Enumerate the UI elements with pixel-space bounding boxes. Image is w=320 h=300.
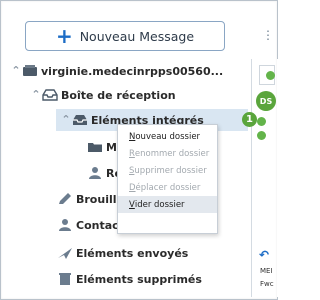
tree-account[interactable]: ⌃ virginie.medecinrpps00560... [11, 61, 223, 81]
message-preview-text: MEI [260, 267, 273, 275]
chevron-down-icon[interactable]: ⌃ [31, 89, 41, 100]
avatar[interactable]: DS [256, 91, 276, 111]
chevron-down-icon[interactable]: ⌃ [11, 65, 21, 76]
menu-label: ider dossier [134, 199, 185, 210]
trash-icon [57, 272, 73, 286]
mailbox-icon [22, 64, 38, 78]
menu-item-rename-folder[interactable]: Renommer dossier [118, 145, 217, 162]
menu-item-delete-folder[interactable]: Supprimer dossier [118, 162, 217, 179]
inbox-icon [72, 113, 88, 127]
plus-icon: + [55, 24, 73, 48]
tree-item-sent[interactable]: Eléments envoyés [57, 243, 188, 263]
menu-item-empty-folder[interactable]: Vider dossier [118, 196, 217, 213]
lab-results-icon [87, 166, 103, 180]
folder-context-menu: Nouveau dossier Renommer dossier Supprim… [117, 124, 218, 234]
status-dot-icon [257, 117, 266, 126]
status-dot-icon [266, 71, 275, 80]
menu-item-move-folder[interactable]: Déplacer dossier [118, 179, 217, 196]
chevron-down-icon[interactable]: ⌃ [61, 114, 71, 125]
menu-label: enommer dossier [134, 148, 210, 159]
reply-icon[interactable]: ↶ [259, 248, 271, 262]
unread-count-badge: 1 [242, 112, 257, 127]
new-message-label: Nouveau Message [79, 28, 195, 44]
status-dot-icon [257, 131, 266, 140]
menu-item-new-folder[interactable]: Nouveau dossier [118, 128, 217, 145]
folder-icon [87, 140, 103, 154]
message-preview-text: Fwc [260, 280, 274, 288]
inbox-label: Boîte de réception [61, 88, 176, 102]
sent-label: Eléments envoyés [76, 246, 189, 260]
send-icon [57, 246, 73, 260]
menu-label: upprimer dossier [134, 165, 207, 176]
tree-item-inbox[interactable]: ⌃ Boîte de réception [31, 85, 176, 105]
menu-label: ouveau dossier [135, 131, 201, 142]
tree-item-deleted[interactable]: Eléments supprimés [57, 269, 202, 289]
pencil-icon [57, 192, 73, 206]
contacts-icon [57, 218, 73, 232]
mail-client-window: + Nouveau Message ⋮ DS ↶ MEI Fwc ⌃ virgi… [0, 0, 279, 300]
account-label: virginie.medecinrpps00560... [41, 64, 224, 78]
inbox-icon [42, 88, 58, 102]
deleted-label: Eléments supprimés [76, 272, 202, 286]
menu-label: éplacer dossier [135, 182, 201, 193]
toolbar-overflow-icon[interactable]: ⋮ [262, 28, 274, 42]
new-message-button[interactable]: + Nouveau Message [25, 21, 225, 51]
